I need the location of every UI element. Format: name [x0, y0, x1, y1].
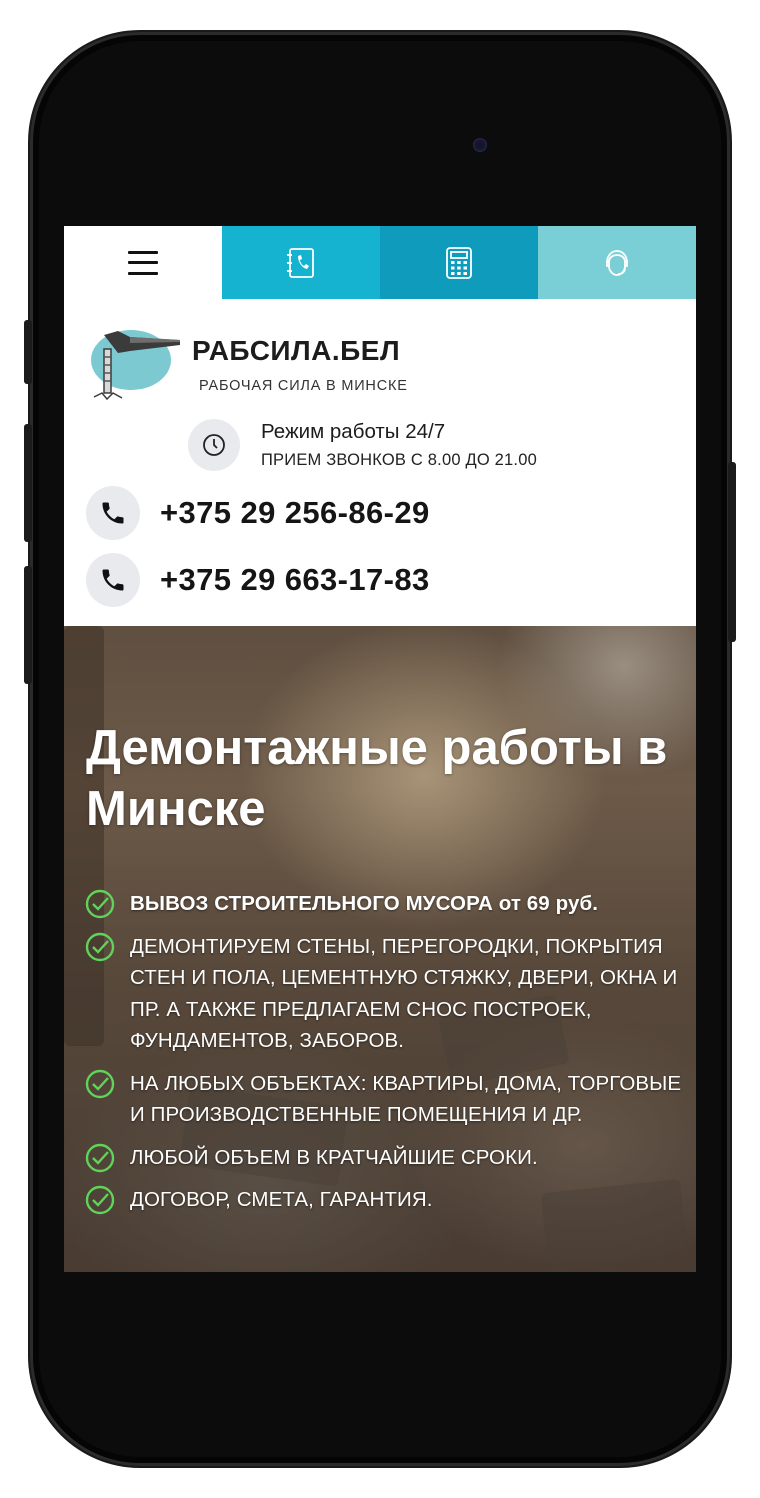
site-header: РАБСИЛА.БЕЛ РАБОЧАЯ СИЛА В МИНСКЕ Режим …	[64, 299, 696, 626]
check-circle-icon	[85, 932, 115, 961]
phone-link-2[interactable]: +375 29 663-17-83	[86, 553, 430, 607]
check-circle-icon	[85, 889, 115, 919]
check-circle-icon	[85, 1143, 115, 1172]
feature-item: НА ЛЮБЫХ ОБЪЕКТАХ: КВАРТИРЫ, ДОМА, ТОРГО…	[84, 1068, 684, 1131]
hero-banner: Демонтажные работы в Минске ВЫВОЗ СТРОИТ…	[64, 626, 696, 1272]
site-tagline: РАБОЧАЯ СИЛА В МИНСКЕ	[199, 378, 408, 394]
phone-number-1[interactable]: +375 29 256-86-29	[160, 495, 430, 531]
volume-down-button	[24, 566, 32, 684]
check-circle-icon	[85, 1069, 115, 1098]
phone-icon-badge	[86, 553, 140, 607]
calculator-icon	[446, 246, 472, 279]
feature-list: ВЫВОЗ СТРОИТЕЛЬНОГО МУСОРА от 69 руб. ДЕ…	[84, 888, 684, 1227]
phone-link-1[interactable]: +375 29 256-86-29	[86, 486, 430, 540]
phone-icon	[102, 502, 124, 524]
contacts-tab[interactable]	[222, 226, 380, 299]
feature-item: ДЕМОНТИРУЕМ СТЕНЫ, ПЕРЕГОРОДКИ, ПОКРЫТИЯ…	[84, 931, 684, 1057]
screen: РАБСИЛА.БЕЛ РАБОЧАЯ СИЛА В МИНСКЕ Режим …	[64, 226, 696, 1272]
clock-icon-badge	[188, 419, 240, 471]
support-tab[interactable]	[538, 226, 696, 299]
phonebook-icon	[287, 247, 314, 278]
power-button	[728, 462, 736, 642]
phone-icon	[102, 569, 124, 591]
clock-icon	[203, 434, 225, 456]
feature-item: ДОГОВОР, СМЕТА, ГАРАНТИЯ.	[84, 1184, 684, 1216]
call-hours-note: ПРИЕМ ЗВОНКОВ С 8.00 ДО 21.00	[261, 451, 537, 469]
phone-icon-badge	[86, 486, 140, 540]
feature-text: ДОГОВОР, СМЕТА, ГАРАНТИЯ.	[130, 1188, 433, 1211]
phone-number-2[interactable]: +375 29 663-17-83	[160, 562, 430, 598]
menu-tab[interactable]	[64, 226, 222, 299]
top-tab-bar	[64, 226, 696, 299]
check-circle-icon	[85, 1185, 115, 1215]
hero-title: Демонтажные работы в Минске	[86, 721, 668, 836]
hammer-logo-icon[interactable]	[84, 323, 184, 403]
working-hours-title: Режим работы 24/7	[261, 420, 446, 443]
site-brand-name[interactable]: РАБСИЛА.БЕЛ	[192, 335, 400, 367]
feature-item: ВЫВОЗ СТРОИТЕЛЬНОГО МУСОРА от 69 руб.	[84, 888, 684, 920]
feature-text: ДЕМОНТИРУЕМ СТЕНЫ, ПЕРЕГОРОДКИ, ПОКРЫТИЯ…	[130, 934, 678, 1053]
headset-icon	[606, 249, 628, 276]
calculator-tab[interactable]	[380, 226, 538, 299]
feature-text: ЛЮБОЙ ОБЪЕМ В КРАТЧАЙШИЕ СРОКИ.	[130, 1145, 538, 1169]
feature-item: ЛЮБОЙ ОБЪЕМ В КРАТЧАЙШИЕ СРОКИ.	[84, 1142, 684, 1174]
hamburger-menu-icon[interactable]	[128, 250, 158, 275]
feature-text: ВЫВОЗ СТРОИТЕЛЬНОГО МУСОРА от 69 руб.	[130, 892, 599, 915]
feature-text: НА ЛЮБЫХ ОБЪЕКТАХ: КВАРТИРЫ, ДОМА, ТОРГО…	[130, 1071, 682, 1127]
front-camera	[473, 138, 487, 152]
volume-up-button	[24, 424, 32, 542]
mute-switch	[24, 320, 32, 384]
